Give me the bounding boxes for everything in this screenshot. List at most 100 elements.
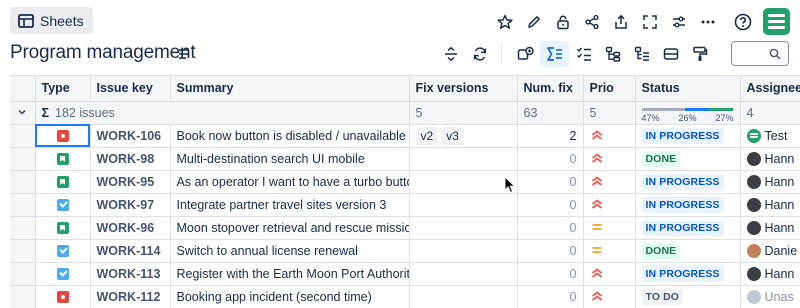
fix-versions-cell[interactable]	[409, 285, 518, 308]
status-cell[interactable]: TO DO	[635, 285, 741, 308]
table-row[interactable]: WORK-114 Switch to annual license renewal…	[10, 239, 800, 263]
type-cell[interactable]	[35, 216, 91, 240]
tree-icon[interactable]	[598, 41, 627, 67]
assignee-cell[interactable]: Hann	[740, 170, 800, 194]
summary-cell[interactable]: As an operator I want to have a turbo bu…	[170, 170, 410, 194]
fix-versions-cell[interactable]: v2 v3	[409, 124, 518, 148]
column-header-status[interactable]: Status	[635, 76, 741, 102]
table-row[interactable]: WORK-106 Book now button is disabled / un…	[10, 124, 800, 148]
status-cell[interactable]: DONE	[635, 239, 741, 263]
row-handle[interactable]	[10, 170, 36, 194]
priority-cell[interactable]	[583, 239, 636, 263]
type-cell[interactable]	[35, 147, 91, 171]
app-logo[interactable]	[763, 8, 790, 35]
row-handle[interactable]	[10, 239, 36, 263]
num-fix-cell[interactable]: 0	[517, 193, 584, 217]
column-header-summary[interactable]: Summary	[170, 76, 410, 102]
sum-icon[interactable]	[540, 41, 569, 67]
tree-settings-icon[interactable]	[627, 41, 656, 67]
sheets-button[interactable]: Sheets	[10, 7, 93, 34]
fix-versions-cell[interactable]	[409, 193, 518, 217]
status-cell[interactable]: IN PROGRESS	[635, 193, 741, 217]
table-row[interactable]: WORK-97 Integrate partner travel sites ve…	[10, 193, 800, 217]
issue-key-cell[interactable]: WORK-95	[90, 170, 171, 194]
fix-versions-cell[interactable]	[409, 147, 518, 171]
fix-versions-cell[interactable]	[409, 239, 518, 263]
priority-cell[interactable]	[583, 262, 636, 286]
fix-versions-cell[interactable]	[409, 262, 518, 286]
num-fix-cell[interactable]: 0	[517, 216, 584, 240]
status-cell[interactable]: IN PROGRESS	[635, 170, 741, 194]
status-cell[interactable]: DONE	[635, 147, 741, 171]
more-icon[interactable]	[693, 9, 722, 35]
share-icon[interactable]	[577, 9, 606, 35]
summary-cell[interactable]: Booking app incident (second time)	[170, 285, 410, 308]
assignee-cell[interactable]: Test	[740, 124, 800, 148]
column-header-type[interactable]: Type	[35, 76, 91, 102]
summary-cell[interactable]: Switch to annual license renewal	[170, 239, 410, 263]
column-header-issue-key[interactable]: Issue key	[90, 76, 171, 102]
num-fix-cell[interactable]: 0	[517, 285, 584, 308]
refresh-icon[interactable]	[465, 41, 494, 67]
issue-key-cell[interactable]: WORK-106	[90, 124, 171, 148]
table-row[interactable]: WORK-95 As an operator I want to have a t…	[10, 170, 800, 194]
row-handle[interactable]	[10, 262, 36, 286]
num-fix-cell[interactable]: 0	[517, 147, 584, 171]
title-menu-icon[interactable]	[178, 47, 190, 65]
assignee-cell[interactable]: Hann	[740, 147, 800, 171]
summary-cell[interactable]: Multi-destination search UI mobile	[170, 147, 410, 171]
checklist-icon[interactable]	[569, 41, 598, 67]
row-handle[interactable]	[10, 285, 36, 308]
table-row[interactable]: WORK-98 Multi-destination search UI mobil…	[10, 147, 800, 171]
issue-key-cell[interactable]: WORK-96	[90, 216, 171, 240]
fix-versions-cell[interactable]	[409, 170, 518, 194]
group-icon[interactable]	[656, 41, 685, 67]
row-height-icon[interactable]	[436, 41, 465, 67]
collapse-toggle[interactable]	[10, 101, 36, 125]
priority-cell[interactable]	[583, 285, 636, 308]
search-input[interactable]	[736, 42, 772, 64]
num-fix-cell[interactable]: 0	[517, 170, 584, 194]
search-box[interactable]	[731, 41, 789, 66]
assignee-cell[interactable]: Hann	[740, 216, 800, 240]
row-handle[interactable]	[10, 124, 36, 148]
summary-cell[interactable]: Book now button is disabled / unavailabl…	[170, 124, 410, 148]
column-header-prio[interactable]: Prio	[583, 76, 636, 102]
issue-key-cell[interactable]: WORK-98	[90, 147, 171, 171]
issue-key-cell[interactable]: WORK-97	[90, 193, 171, 217]
type-cell[interactable]	[35, 124, 91, 148]
format-painter-icon[interactable]	[685, 41, 714, 67]
hierarchy-add-icon[interactable]	[511, 41, 540, 67]
lock-icon[interactable]	[548, 9, 577, 35]
row-handle[interactable]	[10, 216, 36, 240]
priority-cell[interactable]	[583, 193, 636, 217]
assignee-cell[interactable]: Danie	[740, 239, 800, 263]
table-row[interactable]: WORK-113 Register with the Earth Moon Por…	[10, 262, 800, 286]
issue-key-cell[interactable]: WORK-113	[90, 262, 171, 286]
issue-key-cell[interactable]: WORK-112	[90, 285, 171, 308]
column-header-fix-versions[interactable]: Fix versions	[409, 76, 518, 102]
sliders-icon[interactable]	[664, 9, 693, 35]
summary-cell[interactable]: Integrate partner travel sites version 3	[170, 193, 410, 217]
help-icon[interactable]	[728, 9, 757, 35]
status-cell[interactable]: IN PROGRESS	[635, 262, 741, 286]
issue-key-cell[interactable]: WORK-114	[90, 239, 171, 263]
priority-cell[interactable]	[583, 147, 636, 171]
export-icon[interactable]	[606, 9, 635, 35]
row-handle[interactable]	[10, 193, 36, 217]
column-header-num-fix[interactable]: Num. fix	[517, 76, 584, 102]
num-fix-cell[interactable]: 0	[517, 239, 584, 263]
type-cell[interactable]	[35, 193, 91, 217]
table-row[interactable]: WORK-96 Moon stopover retrieval and rescu…	[10, 216, 800, 240]
table-row[interactable]: WORK-112 Booking app incident (second tim…	[10, 285, 800, 308]
type-cell[interactable]	[35, 239, 91, 263]
fullscreen-icon[interactable]	[635, 9, 664, 35]
star-icon[interactable]	[490, 9, 519, 35]
status-cell[interactable]: IN PROGRESS	[635, 124, 741, 148]
priority-cell[interactable]	[583, 216, 636, 240]
summary-cell[interactable]: Register with the Earth Moon Port Author…	[170, 262, 410, 286]
assignee-cell[interactable]: Hann	[740, 193, 800, 217]
pencil-icon[interactable]	[519, 9, 548, 35]
num-fix-cell[interactable]: 0	[517, 262, 584, 286]
summary-cell[interactable]: Moon stopover retrieval and rescue missi…	[170, 216, 410, 240]
